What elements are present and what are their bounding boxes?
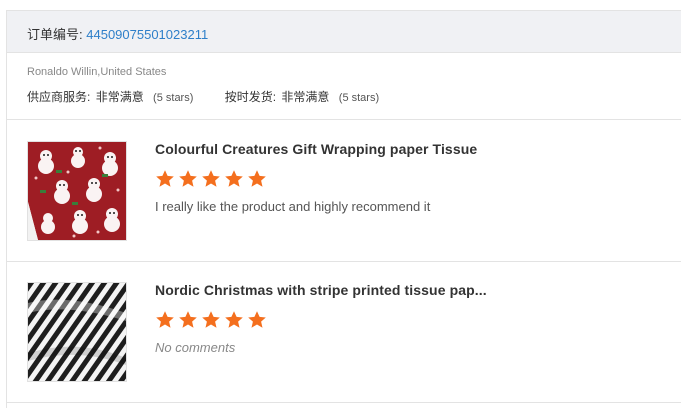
product-rating-stars <box>155 310 267 329</box>
divider <box>7 261 681 262</box>
order-header: 订单编号: 44509075501023211 <box>7 11 681 53</box>
product-thumbnail[interactable] <box>27 282 127 382</box>
seller-ratings: 供应商服务: 非常满意 (5 stars) 按时发货: 非常满意 (5 star… <box>27 88 379 105</box>
star-icon <box>179 170 197 187</box>
rating-stars-text: (5 stars) <box>338 92 380 104</box>
striped-tissue-image <box>28 283 126 381</box>
rating-value: 非常满意 <box>281 90 330 104</box>
rating-label: 按时发货: <box>224 90 277 104</box>
star-icon <box>179 311 197 328</box>
rating-shipping-time: 按时发货: 非常满意 (5 stars) <box>225 88 379 105</box>
product-thumbnail[interactable] <box>27 141 127 241</box>
rating-stars-text: (5 stars) <box>153 92 194 104</box>
order-number-link[interactable]: 44509075501023211 <box>86 27 208 42</box>
rating-value: 非常满意 <box>95 90 144 104</box>
product-title[interactable]: Nordic Christmas with stripe printed tis… <box>155 282 487 298</box>
red-wrapping-paper-image <box>28 142 126 240</box>
star-icon <box>248 311 266 328</box>
star-icon <box>225 311 243 328</box>
product-title[interactable]: Colourful Creatures Gift Wrapping paper … <box>155 141 477 157</box>
divider <box>7 119 681 120</box>
order-number-label: 订单编号: <box>27 27 83 42</box>
star-icon <box>202 170 220 187</box>
star-icon <box>202 311 220 328</box>
star-icon <box>225 170 243 187</box>
product-rating-stars <box>155 169 267 188</box>
rating-label: 供应商服务: <box>27 90 91 104</box>
review-comment: I really like the product and highly rec… <box>155 199 431 214</box>
review-comment: No comments <box>155 340 236 355</box>
star-icon <box>156 311 174 328</box>
divider <box>7 402 681 403</box>
star-icon <box>248 170 266 187</box>
order-feedback-panel: 订单编号: 44509075501023211 Ronaldo Willin,U… <box>6 10 681 408</box>
star-icon <box>156 170 174 187</box>
rating-supplier-service: 供应商服务: 非常满意 (5 stars) <box>27 88 193 105</box>
order-label: 订单编号: 44509075501023211 <box>27 24 208 43</box>
product-review-item: Nordic Christmas with stripe printed tis… <box>27 282 677 382</box>
product-review-item: Colourful Creatures Gift Wrapping paper … <box>27 141 677 241</box>
buyer-name: Ronaldo Willin,United States <box>27 66 167 78</box>
